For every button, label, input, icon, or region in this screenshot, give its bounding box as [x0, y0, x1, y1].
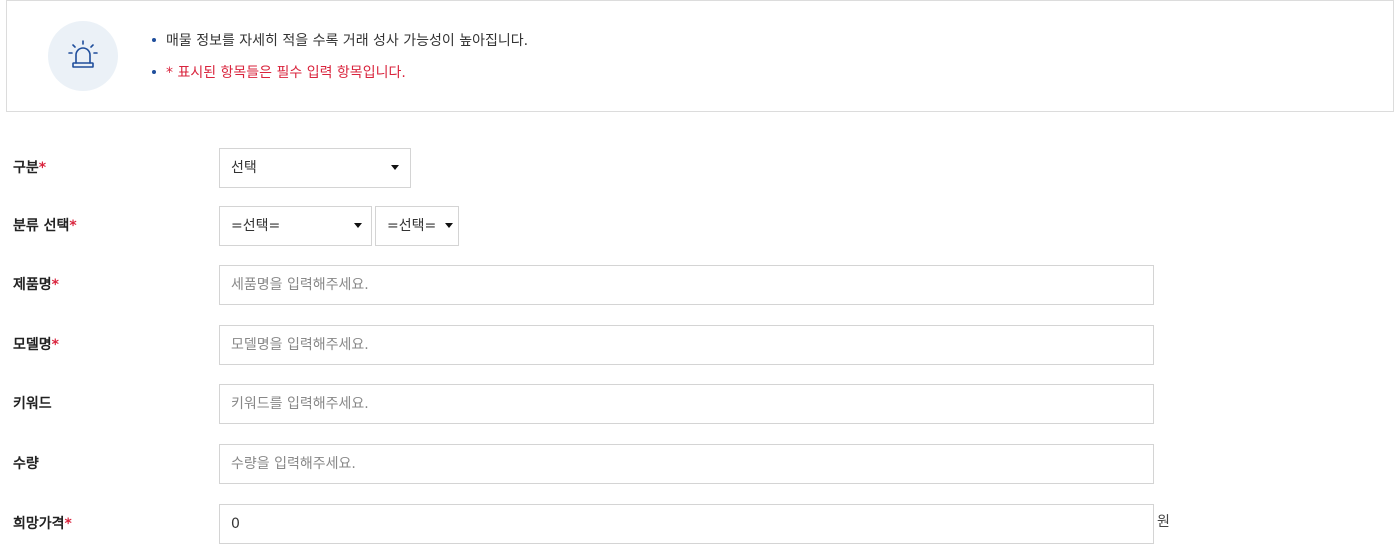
notice-item-required: * 표시된 항목들은 필수 입력 항목입니다.	[149, 62, 528, 82]
keyword-row: 키워드	[0, 384, 1400, 424]
quantity-row: 수량	[0, 444, 1400, 484]
model-name-input[interactable]	[219, 325, 1154, 365]
desired-price-label: 희망가격*	[13, 504, 72, 544]
currency-unit: 원	[1157, 514, 1170, 530]
chevron-down-icon	[391, 165, 399, 170]
desired-price-input[interactable]	[219, 504, 1154, 544]
notice-box: 매물 정보를 자세히 적을 수록 거래 성사 가능성이 높아집니다. * 표시된…	[6, 0, 1394, 112]
category-select[interactable]: 선택	[219, 148, 411, 188]
category-label-text: 구분	[13, 160, 39, 176]
bullet-icon	[152, 70, 156, 74]
quantity-label: 수량	[13, 456, 39, 472]
product-name-label-text: 제품명	[13, 277, 52, 293]
keyword-input[interactable]	[219, 384, 1154, 424]
classification-primary-select[interactable]: =선택=	[219, 206, 372, 246]
product-name-row: 제품명*	[0, 265, 1400, 305]
model-name-label-text: 모델명	[13, 337, 52, 353]
required-mark: *	[51, 337, 59, 353]
chevron-down-icon	[445, 223, 453, 228]
category-row: 구분* 선택	[0, 148, 1400, 188]
category-select-value: 선택	[231, 160, 257, 176]
keyword-label: 키워드	[13, 396, 52, 412]
notice-required-text: * 표시된 항목들은 필수 입력 항목입니다.	[166, 65, 406, 81]
classification-label: 분류 선택*	[13, 206, 77, 246]
category-label: 구분*	[13, 148, 46, 188]
model-name-row: 모델명*	[0, 325, 1400, 365]
notice-item: 매물 정보를 자세히 적을 수록 거래 성사 가능성이 높아집니다.	[149, 30, 528, 50]
notice-list: 매물 정보를 자세히 적을 수록 거래 성사 가능성이 높아집니다. * 표시된…	[149, 30, 528, 94]
siren-icon	[48, 21, 118, 91]
product-name-label: 제품명*	[13, 265, 59, 305]
required-mark: *	[51, 277, 59, 293]
classification-secondary-select[interactable]: =선택=	[375, 206, 459, 246]
classification-primary-value: =선택=	[231, 218, 281, 234]
product-name-input[interactable]	[219, 265, 1154, 305]
required-mark: *	[64, 516, 72, 532]
desired-price-label-text: 희망가격	[13, 516, 65, 532]
required-mark: *	[38, 160, 47, 176]
desired-price-row: 희망가격* 원	[0, 504, 1400, 544]
bullet-icon	[152, 38, 156, 42]
required-mark: *	[69, 218, 77, 234]
classification-secondary-value: =선택=	[387, 218, 437, 234]
quantity-input[interactable]	[219, 444, 1154, 484]
classification-row: 분류 선택* =선택= =선택=	[0, 206, 1400, 246]
model-name-label: 모델명*	[13, 325, 59, 365]
classification-label-text: 분류 선택	[13, 218, 70, 234]
notice-text: 매물 정보를 자세히 적을 수록 거래 성사 가능성이 높아집니다.	[166, 33, 529, 49]
chevron-down-icon	[354, 223, 362, 228]
